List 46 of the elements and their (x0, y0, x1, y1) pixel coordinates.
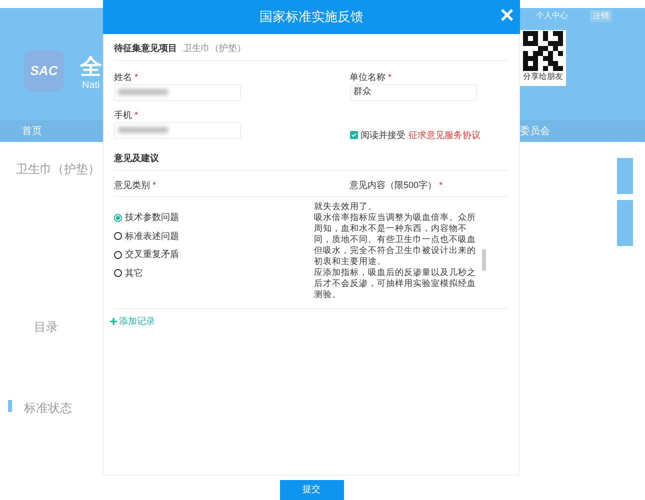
agreement-link[interactable]: 征求意见服务协议 (408, 128, 480, 142)
scrollbar-thumb[interactable] (482, 249, 486, 271)
radio-label: 技术参数问题 (125, 211, 179, 224)
comment-paragraph: 就失去效用了。 (314, 201, 378, 212)
radio-label: 标准表述问题 (125, 230, 179, 242)
project-name: 卫生巾（护垫） (183, 42, 246, 55)
blurred-value (118, 127, 168, 133)
comment-paragraph: 吸水倍率指标应当调整为吸血倍率。众所周知，血和水不是一种东西，内容物不同，质地不同。有些卫生巾一点也不吸血但吸水，完全不符合卫生巾被设计出来的初衷和主要用途。 (314, 212, 477, 267)
field-label: 姓名 * (114, 70, 140, 84)
radio-label: 交叉重复矛盾 (125, 248, 179, 261)
section-marker (8, 400, 12, 412)
agree-checkbox[interactable] (350, 131, 358, 140)
column-label: 意见内容（限500字） * (350, 178, 444, 192)
radio-button[interactable] (114, 269, 122, 278)
field-label: 单位名称 * (350, 70, 393, 84)
agree-text: 阅读并接受 (360, 128, 406, 142)
radio-button[interactable] (114, 232, 122, 240)
toc-label: 目录 (34, 319, 58, 336)
nav-item[interactable]: 首页 (22, 124, 42, 139)
section-heading: 意见及建议 (114, 152, 509, 170)
site-subtitle: Nati (82, 79, 100, 93)
field-label: 待征集意见项目 (114, 42, 177, 55)
column-label: 意见类别 * (114, 178, 158, 192)
redacted-field[interactable] (114, 122, 241, 138)
logout-link[interactable]: 注销 (590, 10, 612, 22)
blurred-value (118, 89, 168, 95)
page-title: 卫生巾（护垫） (16, 161, 100, 178)
plus-icon (110, 318, 117, 326)
submit-button[interactable]: 提交 (280, 480, 344, 500)
redacted-field[interactable] (114, 84, 241, 100)
site-title: 全 (80, 53, 102, 80)
radio-label: 其它 (125, 266, 143, 280)
qr-caption: 分享给朋友 (523, 71, 563, 83)
radio-button[interactable] (114, 214, 122, 222)
input-field[interactable]: 群众 (350, 84, 476, 100)
account-link[interactable]: 个人中心 (536, 10, 568, 22)
close-button[interactable]: × (500, 3, 514, 29)
qr-code-icon (523, 31, 563, 71)
site-logo: SAC (24, 50, 64, 92)
field-label: 手机 * (114, 108, 140, 122)
add-record-link[interactable]: 添加记录 (110, 315, 155, 328)
comment-paragraph: 应添加指标，吸血后的反渗量以及几秒之后才不会反渗，可抽样用实验室模拟经血测验。 (314, 267, 477, 300)
dialog-title: 国家标准实施反馈 (260, 8, 364, 26)
radio-button[interactable] (114, 250, 122, 259)
nav-item[interactable]: 委员会 (520, 124, 550, 139)
section-heading: 标准状态 (24, 400, 72, 417)
